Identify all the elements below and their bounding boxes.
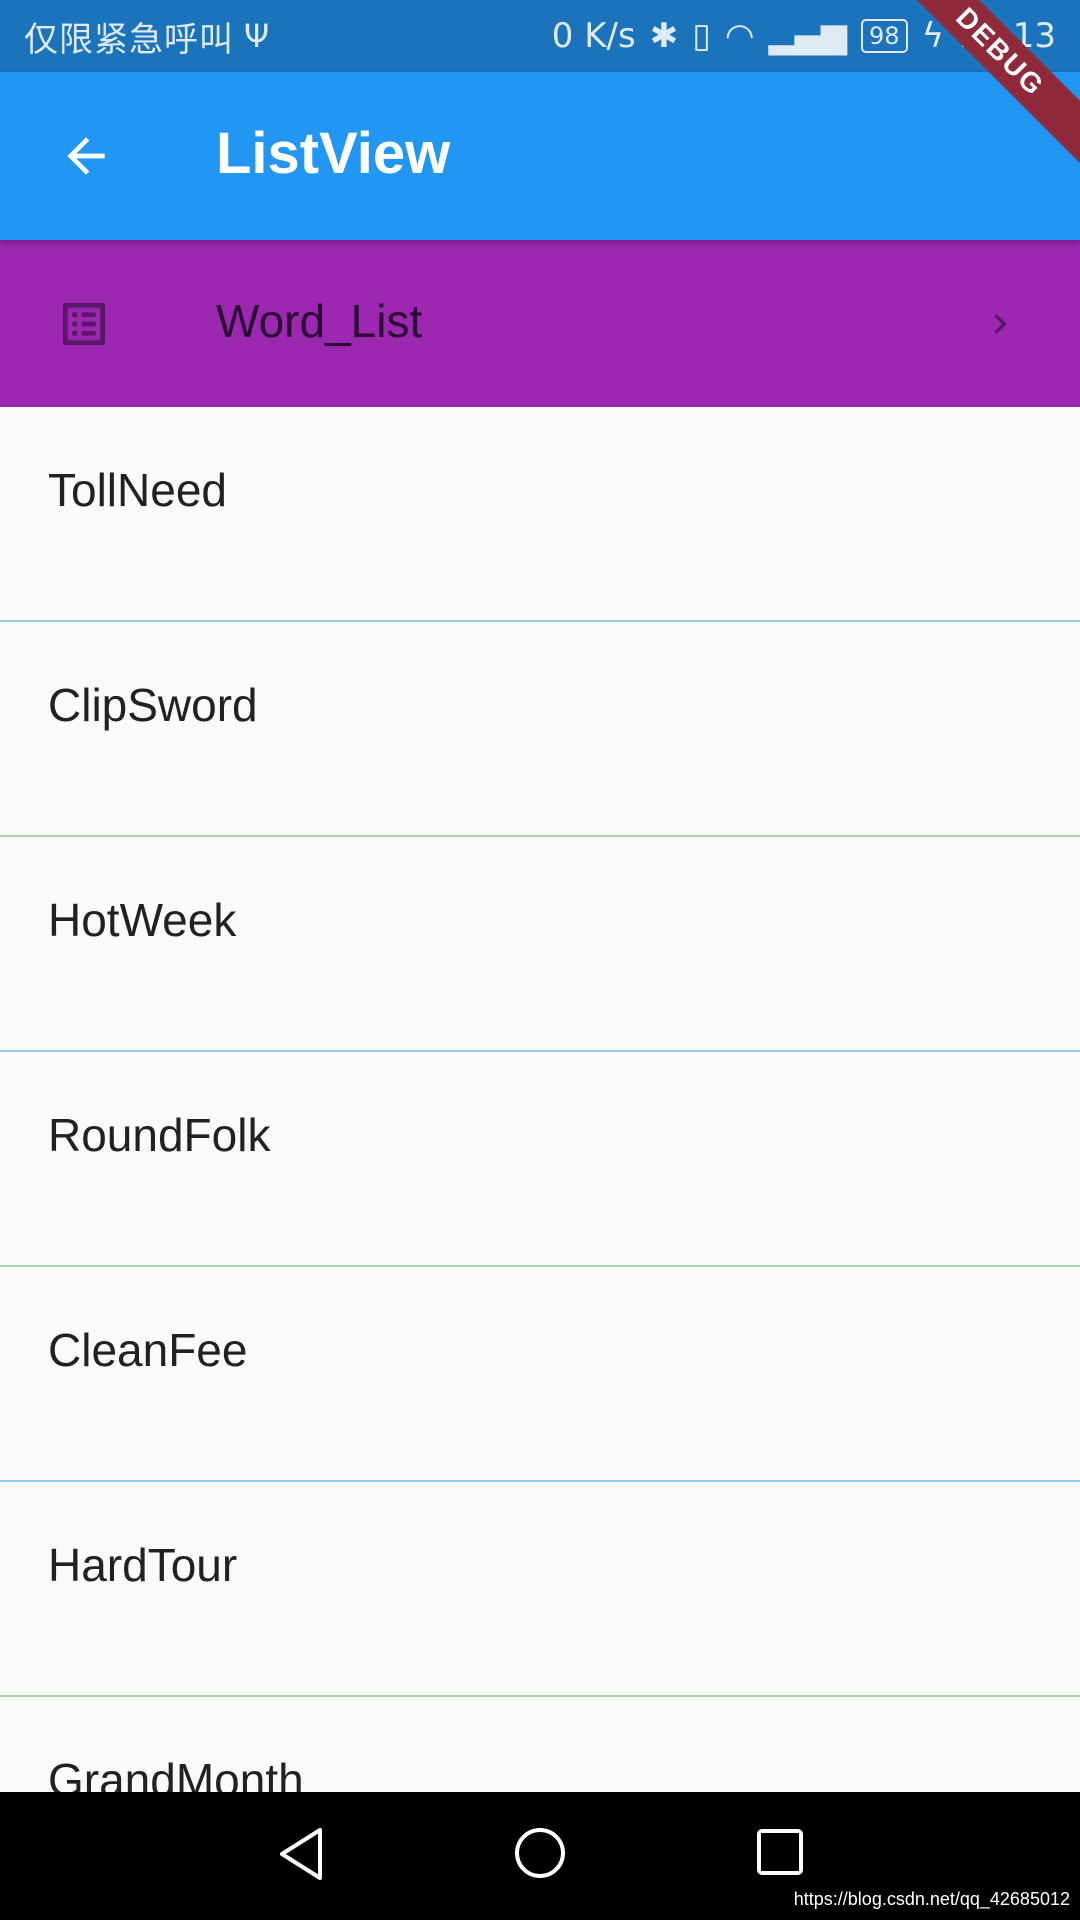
nav-back-icon[interactable] <box>276 1826 326 1882</box>
system-nav-bar: https://blog.csdn.net/qq_42685012 <box>0 1792 1080 1920</box>
chevron-right-icon <box>994 314 1007 334</box>
list-item[interactable]: TollNeed <box>0 407 1080 622</box>
list-item[interactable]: HardTour <box>0 1482 1080 1697</box>
status-bar: 仅限紧急呼叫 Ψ 0 K/s ✱ ▯ ◠ ▂▄▆ 98 ϟ 18:13 <box>0 0 1080 72</box>
signal-icon: ▂▄▆ <box>768 16 848 56</box>
list-item[interactable]: ClipSword <box>0 622 1080 837</box>
watermark-text: https://blog.csdn.net/qq_42685012 <box>793 1889 1070 1909</box>
bluetooth-icon: ✱ <box>649 16 679 56</box>
word-list-label: Word_List <box>216 295 423 347</box>
wifi-icon: ◠ <box>724 16 755 56</box>
battery-icon: 98 <box>861 19 908 53</box>
list-item[interactable]: CleanFee <box>0 1267 1080 1482</box>
battery-level: 98 <box>869 22 900 50</box>
nav-home-icon[interactable] <box>513 1826 567 1880</box>
nav-recents-icon[interactable] <box>756 1828 804 1876</box>
network-speed: 0 K/s <box>551 16 636 56</box>
list-item-label: HotWeek <box>48 894 237 946</box>
list-item-label: HardTour <box>48 1539 238 1591</box>
word-list-tile[interactable]: Word_List <box>0 240 1080 407</box>
carrier-text: 仅限紧急呼叫 <box>24 19 234 60</box>
arrow-back-icon[interactable] <box>58 128 114 184</box>
list-item[interactable]: RoundFolk <box>0 1052 1080 1267</box>
list-item-label: RoundFolk <box>48 1109 271 1161</box>
list-item-label: ClipSword <box>48 679 258 731</box>
list-item-label: CleanFee <box>48 1324 248 1376</box>
list-alt-icon <box>63 303 105 345</box>
page-title: ListView <box>216 121 451 186</box>
list-item[interactable]: HotWeek <box>0 837 1080 1052</box>
app-bar: ListView <box>0 72 1080 240</box>
word-list: TollNeed ClipSword HotWeek RoundFolk Cle… <box>0 407 1080 1912</box>
usb-icon: Ψ <box>244 17 270 55</box>
vibrate-icon: ▯ <box>692 16 711 56</box>
list-item-label: TollNeed <box>48 464 227 516</box>
